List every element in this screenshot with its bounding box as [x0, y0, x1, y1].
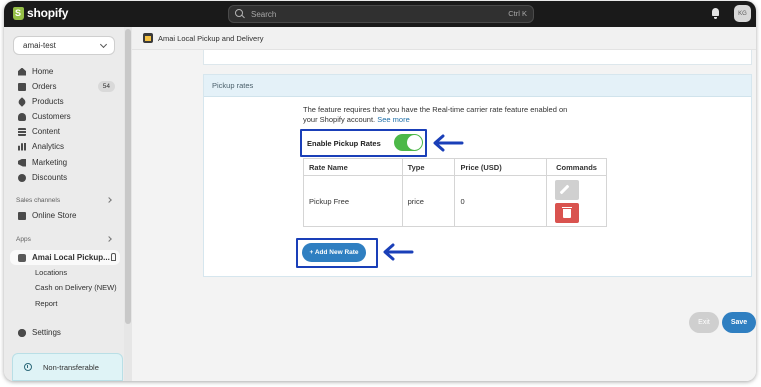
main-content: Amai Local Pickup and Delivery Pickup ra…: [132, 27, 756, 381]
card-title: Pickup rates: [204, 75, 751, 97]
column-header: Price (USD): [454, 158, 548, 176]
sidebar-item-label: Customers: [32, 112, 71, 121]
sidebar-subitem-locations[interactable]: Locations: [35, 268, 67, 277]
add-rate-highlight: + Add New Rate: [296, 238, 378, 268]
rates-table: Rate Name Type Price (USD) Commands Pick…: [303, 158, 607, 227]
enable-pickup-label: Enable Pickup Rates: [307, 139, 381, 148]
app-frame: Pickup rates The feature requires that y…: [132, 50, 756, 381]
sidebar-scrollbar[interactable]: [124, 27, 132, 381]
app-title: Amai Local Pickup and Delivery: [158, 33, 264, 43]
brand-name: shopify: [27, 6, 69, 20]
sidebar-item-label: Discounts: [32, 173, 68, 182]
shopify-logo[interactable]: shopify: [13, 6, 68, 20]
save-button[interactable]: Save: [722, 312, 756, 333]
sidebar-item-analytics[interactable]: Analytics: [4, 139, 124, 154]
info-icon: [24, 363, 32, 371]
search-bar[interactable]: Search Ctrl K: [228, 5, 534, 23]
sidebar-item-label: Settings: [32, 328, 61, 337]
sidebar-item-label: Home: [32, 67, 54, 76]
search-icon: [235, 9, 245, 19]
customers-icon: [18, 112, 26, 121]
app-logo-icon: [143, 33, 153, 43]
add-new-rate-button[interactable]: + Add New Rate: [302, 243, 366, 262]
sidebar-item-label: Amai Local Pickup...: [32, 253, 110, 262]
store-icon: [18, 211, 26, 220]
sidebar-item-label: Orders: [32, 82, 57, 91]
toggle-knob: [407, 135, 422, 150]
top-bar: shopify Search Ctrl K KG: [4, 1, 756, 27]
chevron-down-icon: [99, 40, 108, 49]
rate-name-cell: Pickup Free: [303, 175, 403, 227]
avatar[interactable]: KG: [734, 5, 751, 22]
apps-heading: Apps: [16, 236, 31, 243]
feature-note: The feature requires that you have the R…: [303, 105, 573, 125]
sidebar-item-settings[interactable]: Settings: [4, 325, 124, 340]
app-icon: [18, 253, 26, 262]
app-header: Amai Local Pickup and Delivery: [132, 27, 756, 50]
sidebar-item-products[interactable]: Products: [4, 94, 124, 109]
sales-channels-heading: Sales channels: [16, 197, 61, 204]
sidebar: amai-test Home Orders 54 Products Custom…: [4, 27, 124, 381]
home-icon: [18, 67, 26, 76]
non-transferable-label: Non-transferable: [43, 362, 99, 372]
chevron-right-icon[interactable]: [106, 236, 112, 242]
app-window: shopify Search Ctrl K KG amai-test Home …: [4, 1, 756, 381]
sidebar-item-content[interactable]: Content: [4, 124, 124, 139]
orders-icon: [18, 82, 26, 91]
rate-type-cell: price: [401, 175, 456, 227]
sidebar-item-label: Products: [32, 97, 64, 106]
shopify-bag-icon: [13, 6, 24, 20]
orders-count-badge: 54: [97, 81, 115, 92]
scrollbar-thumb[interactable]: [125, 29, 131, 324]
rate-price-cell: 0: [454, 175, 548, 227]
sidebar-item-label: Analytics: [32, 142, 65, 151]
chevron-right-icon[interactable]: [106, 197, 112, 203]
column-header: Rate Name: [303, 158, 403, 176]
table-row: Pickup Free price 0: [303, 175, 607, 227]
previous-card: [203, 50, 752, 65]
enable-pickup-toggle[interactable]: [394, 134, 423, 151]
edit-button[interactable]: [555, 179, 580, 200]
sidebar-item-label: Content: [32, 127, 61, 136]
delete-button[interactable]: [555, 202, 580, 223]
bell-icon[interactable]: [711, 8, 721, 19]
store-selector[interactable]: amai-test: [13, 36, 115, 55]
table-header-row: Rate Name Type Price (USD) Commands: [303, 158, 607, 176]
content-icon: [18, 127, 26, 136]
gear-icon: [18, 328, 26, 337]
non-transferable-banner[interactable]: Non-transferable: [12, 353, 123, 381]
store-name: amai-test: [23, 41, 56, 50]
commands-cell: [546, 175, 607, 227]
column-header: Type: [401, 158, 456, 176]
sidebar-item-amai-app[interactable]: Amai Local Pickup...: [10, 250, 120, 265]
discounts-icon: [18, 173, 26, 182]
arrow-left-icon: [433, 134, 464, 152]
pin-icon[interactable]: [111, 253, 116, 261]
search-placeholder: Search: [251, 9, 277, 19]
exit-button[interactable]: Exit: [689, 312, 719, 333]
sidebar-subitem-report[interactable]: Report: [35, 299, 58, 308]
enable-pickup-highlight: Enable Pickup Rates: [300, 129, 427, 157]
sidebar-item-home[interactable]: Home: [4, 64, 124, 79]
sidebar-item-discounts[interactable]: Discounts: [4, 170, 124, 185]
sidebar-item-orders[interactable]: Orders 54: [4, 79, 124, 94]
sidebar-item-label: Marketing: [32, 158, 68, 167]
sidebar-item-online-store[interactable]: Online Store: [4, 208, 124, 223]
marketing-icon: [18, 158, 26, 167]
sidebar-subitem-cod[interactable]: Cash on Delivery (NEW): [35, 283, 117, 292]
sidebar-item-customers[interactable]: Customers: [4, 109, 124, 124]
search-shortcut: Ctrl K: [508, 9, 527, 18]
analytics-icon: [18, 142, 26, 151]
arrow-left-icon: [383, 243, 414, 261]
pickup-rates-card: Pickup rates The feature requires that y…: [203, 74, 752, 277]
sidebar-item-label: Online Store: [32, 211, 77, 220]
products-icon: [17, 96, 27, 107]
sidebar-item-marketing[interactable]: Marketing: [4, 155, 124, 170]
see-more-link[interactable]: See more: [377, 115, 410, 124]
feature-text: The feature requires that you have the R…: [303, 105, 568, 124]
column-header: Commands: [546, 158, 607, 176]
